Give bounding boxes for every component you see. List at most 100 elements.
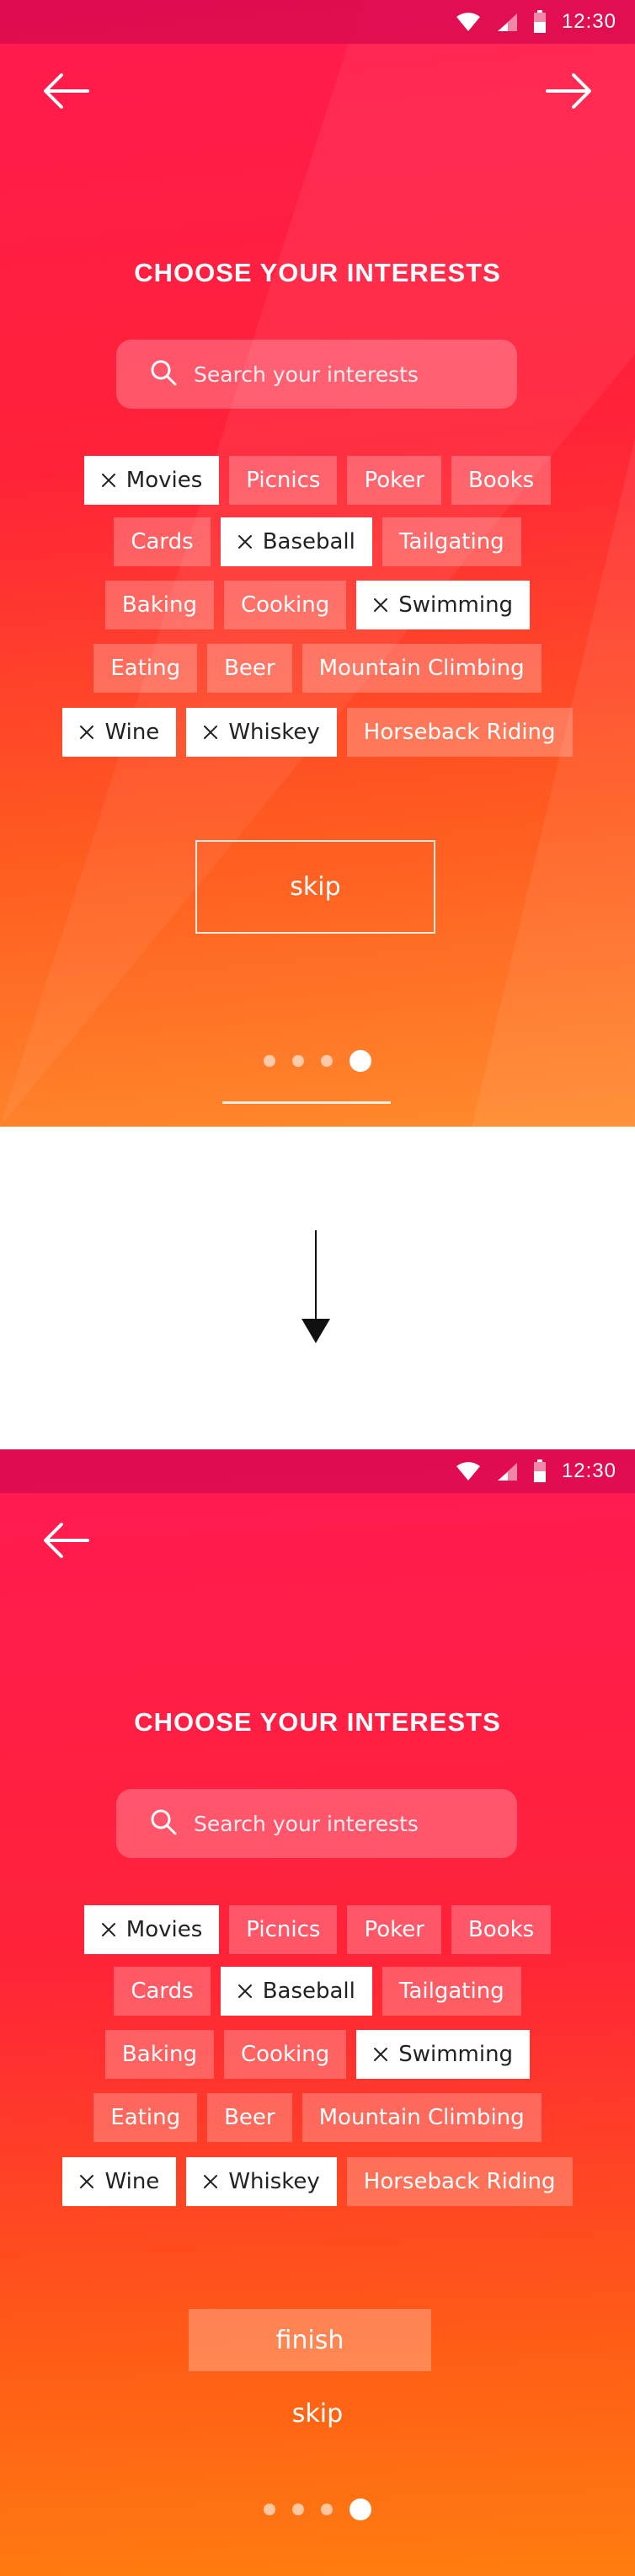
interest-chip[interactable]: Cards: [114, 517, 211, 566]
search-bar[interactable]: [116, 340, 517, 409]
skip-link[interactable]: skip: [0, 2399, 635, 2429]
interest-chip[interactable]: Books: [451, 1905, 552, 1954]
page-title: CHOOSE YOUR INTERESTS: [134, 1707, 501, 1737]
interest-row: Baking Cooking Swimming: [0, 2030, 635, 2079]
interest-chip-label: Mountain Climbing: [318, 2105, 525, 2130]
close-icon: [203, 725, 218, 740]
interests-screen-after: 12:30 CHOOSE YOUR INTERESTS Movies Picnic…: [0, 1449, 635, 2576]
interest-chip[interactable]: Baking: [104, 581, 214, 629]
close-icon: [101, 1922, 116, 1937]
interest-chip[interactable]: Picnics: [229, 1905, 338, 1954]
interest-chip-label: Horseback Riding: [363, 720, 556, 745]
interest-chip[interactable]: Tailgating: [382, 517, 521, 566]
search-icon: [150, 1808, 177, 1840]
search-input[interactable]: [192, 1810, 499, 1837]
interest-chip-label: Beer: [224, 2105, 275, 2130]
interest-chip-selected[interactable]: Movies: [83, 456, 220, 505]
interest-chip-selected[interactable]: Baseball: [220, 1967, 372, 2016]
search-input[interactable]: [192, 361, 499, 388]
interest-chip-label: Tailgating: [398, 529, 504, 554]
arrow-left-icon: [41, 72, 90, 115]
interest-chip-label: Baseball: [262, 1979, 355, 2004]
interest-chip-label: Baking: [121, 592, 197, 618]
interest-chip-selected[interactable]: Baseball: [220, 517, 372, 566]
page-dot-4-active[interactable]: [350, 2498, 371, 2520]
interest-chip[interactable]: Beer: [207, 644, 292, 693]
interest-row: Movies Picnics Poker Books: [0, 456, 635, 505]
wifi-icon: [456, 12, 481, 32]
page-dot-4-active[interactable]: [350, 1050, 371, 1072]
interest-chip[interactable]: Cards: [114, 1967, 211, 2016]
interest-chip-selected[interactable]: Swimming: [356, 2030, 531, 2079]
interest-chip[interactable]: Cooking: [223, 2030, 347, 2079]
interest-chip[interactable]: Cooking: [223, 581, 347, 629]
page-dot-1[interactable]: [264, 2504, 275, 2515]
interest-chip[interactable]: Horseback Riding: [346, 2157, 573, 2206]
interest-chip[interactable]: Poker: [347, 1905, 441, 1954]
interest-chip-selected[interactable]: Wine: [62, 2157, 177, 2206]
interest-row: Baking Cooking Swimming: [0, 581, 635, 629]
interest-chip-label: Picnics: [246, 1917, 321, 1942]
interest-chip-label: Swimming: [398, 592, 514, 618]
arrow-down-icon: [301, 1230, 330, 1343]
interest-chip[interactable]: Mountain Climbing: [301, 644, 542, 693]
interest-chip-label: Whiskey: [228, 2169, 320, 2194]
interest-chip[interactable]: Horseback Riding: [346, 708, 573, 757]
page-dot-2[interactable]: [292, 2504, 304, 2515]
interest-row: Eating Beer Mountain Climbing: [0, 644, 635, 693]
status-time: 12:30: [561, 10, 616, 33]
interest-chip[interactable]: Mountain Climbing: [301, 2093, 542, 2142]
finish-button[interactable]: finish: [189, 2309, 431, 2371]
forward-button[interactable]: [544, 67, 595, 118]
page-dot-3[interactable]: [321, 1055, 333, 1067]
close-icon: [373, 2047, 388, 2062]
interests-screen-before: 12:30 CHOOSE YOUR INTERESTS Movies Picnic…: [0, 0, 635, 1127]
interest-row: Movies Picnics Poker Books: [0, 1905, 635, 1954]
interest-chip[interactable]: Baking: [104, 2030, 214, 2079]
page-dot-2[interactable]: [292, 1055, 304, 1067]
close-icon: [203, 2174, 218, 2189]
skip-button[interactable]: skip: [195, 840, 435, 934]
status-time: 12:30: [561, 1459, 616, 1482]
interest-chip-label: Cooking: [240, 2042, 330, 2067]
interest-chip-label: Baking: [121, 2042, 197, 2067]
page-indicator: [0, 2497, 635, 2522]
interest-chip[interactable]: Eating: [93, 644, 198, 693]
page-dot-1[interactable]: [264, 1055, 275, 1067]
interest-chip[interactable]: Poker: [347, 456, 441, 505]
page-dot-3[interactable]: [321, 2504, 333, 2515]
close-icon: [237, 534, 253, 549]
interest-chip-label: Horseback Riding: [363, 2169, 556, 2194]
close-icon: [373, 597, 388, 613]
interest-row: Cards Baseball Tailgating: [0, 1967, 635, 2016]
interest-chip[interactable]: Picnics: [229, 456, 338, 505]
interest-chip-label: Cooking: [240, 592, 330, 618]
interest-chip-label: Books: [467, 1917, 535, 1942]
interest-row: Cards Baseball Tailgating: [0, 517, 635, 566]
close-icon: [79, 725, 94, 740]
close-icon: [79, 2174, 94, 2189]
status-bar: 12:30: [0, 0, 635, 44]
battery-icon: [533, 10, 547, 34]
interest-chip-selected[interactable]: Wine: [62, 708, 177, 757]
interest-chip-selected[interactable]: Whiskey: [186, 708, 337, 757]
interest-chip-selected[interactable]: Movies: [83, 1905, 220, 1954]
interest-chip-label: Movies: [125, 1917, 203, 1942]
interest-chip[interactable]: Books: [451, 456, 552, 505]
back-button[interactable]: [40, 67, 91, 118]
search-bar[interactable]: [116, 1789, 517, 1858]
interest-chip[interactable]: Beer: [207, 2093, 292, 2142]
back-button[interactable]: [40, 1517, 91, 1567]
wifi-icon: [456, 1461, 481, 1481]
interest-chip[interactable]: Eating: [93, 2093, 198, 2142]
interest-chip-label: Baseball: [262, 529, 355, 554]
interest-chip-selected[interactable]: Swimming: [356, 581, 531, 629]
page-title: CHOOSE YOUR INTERESTS: [134, 258, 501, 287]
interest-chip[interactable]: Tailgating: [382, 1967, 521, 2016]
battery-icon: [533, 1459, 547, 1483]
interest-chip-label: Poker: [364, 468, 424, 493]
interest-chip-selected[interactable]: Whiskey: [186, 2157, 337, 2206]
signal-icon: [496, 1461, 518, 1481]
interest-chip-label: Poker: [364, 1917, 424, 1942]
status-bar: 12:30: [0, 1449, 635, 1493]
